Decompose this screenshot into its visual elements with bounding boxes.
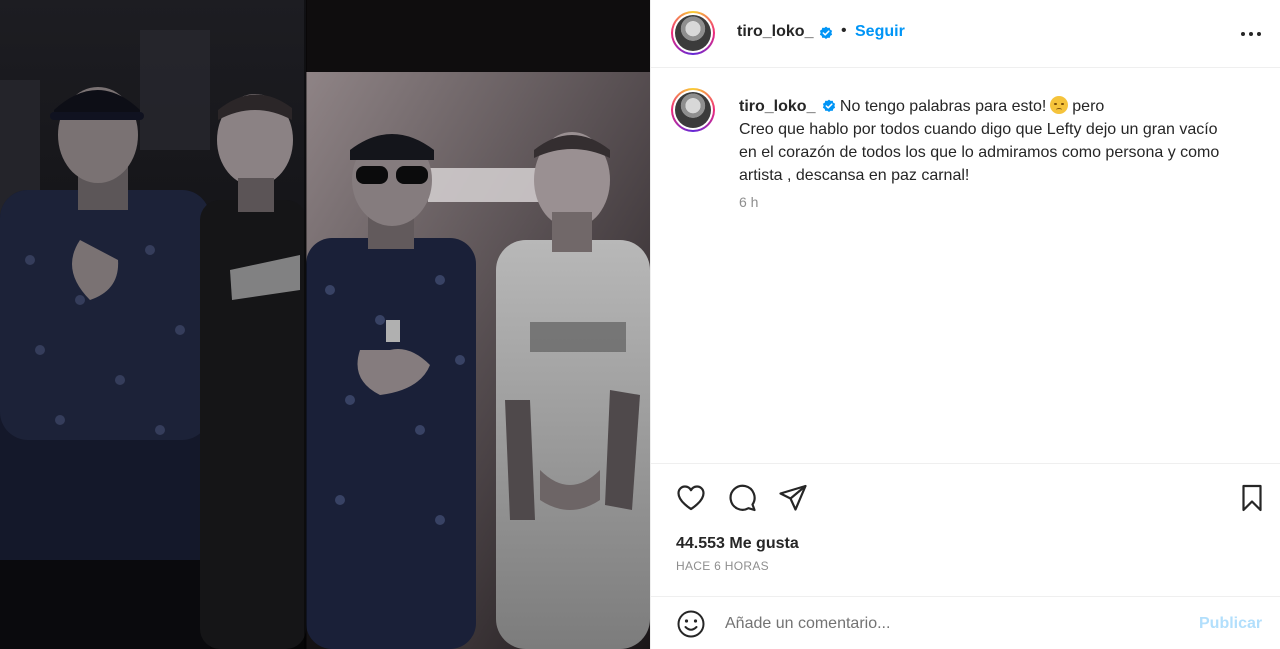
action-bar xyxy=(651,464,1280,528)
caption-text: tiro_loko_ No tengo palabras para esto! p… xyxy=(739,95,1239,187)
author-username[interactable]: tiro_loko_ xyxy=(737,23,813,41)
caption-username[interactable]: tiro_loko_ xyxy=(739,98,815,115)
caption-author-avatar[interactable] xyxy=(671,88,715,132)
comment-input[interactable] xyxy=(725,609,1185,639)
post-image[interactable] xyxy=(0,0,650,649)
likes-count[interactable]: 44.553 Me gusta xyxy=(676,535,799,553)
emoji-smile-icon[interactable] xyxy=(676,609,706,639)
caption-body: Creo que hablo por todos cuando digo que… xyxy=(739,121,1220,184)
bookmark-icon[interactable] xyxy=(1236,482,1268,514)
comment-icon[interactable] xyxy=(726,482,758,514)
caption-line1: No tengo palabras para esto! xyxy=(839,98,1047,115)
follow-button[interactable]: Seguir xyxy=(855,23,905,41)
publish-button[interactable]: Publicar xyxy=(1199,615,1262,633)
share-icon[interactable] xyxy=(777,482,809,514)
caption-line1-end: pero xyxy=(1072,98,1105,115)
post-header: tiro_loko_ • Seguir xyxy=(651,0,1280,68)
author-avatar[interactable] xyxy=(671,11,715,55)
comment-bar: Publicar xyxy=(651,596,1280,649)
post-photo-illustration xyxy=(0,0,650,649)
post-timestamp[interactable]: HACE 6 HORAS xyxy=(676,559,769,573)
more-options-icon[interactable] xyxy=(1237,22,1265,46)
avatar-image xyxy=(675,15,711,51)
avatar-image xyxy=(675,92,711,128)
disappointed-face-icon xyxy=(1050,96,1069,114)
post-panel: tiro_loko_ • Seguir tiro_loko_ No tengo … xyxy=(650,0,1280,649)
verified-badge-icon xyxy=(819,26,833,39)
verified-badge-icon xyxy=(822,99,836,112)
heart-icon[interactable] xyxy=(675,482,707,514)
caption-timestamp[interactable]: 6 h xyxy=(739,194,758,210)
separator-dot: • xyxy=(841,22,847,39)
caption-section: tiro_loko_ No tengo palabras para esto! p… xyxy=(651,68,1280,464)
